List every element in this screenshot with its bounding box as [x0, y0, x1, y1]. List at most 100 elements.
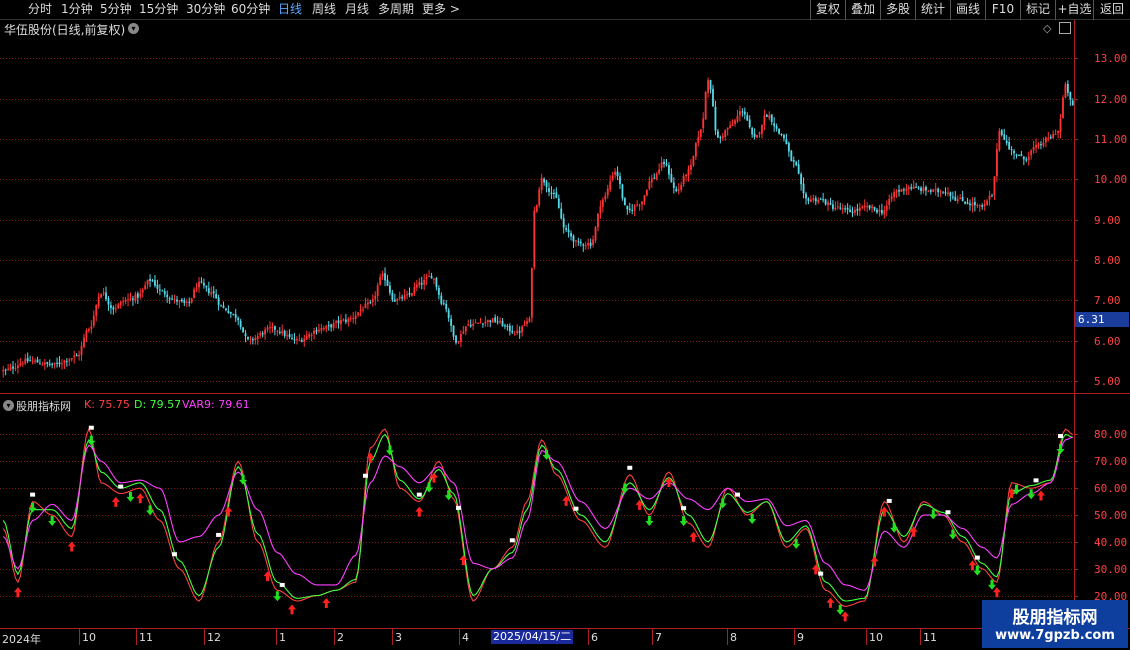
time-tick-label: 9	[797, 631, 804, 644]
candle-body	[242, 327, 245, 333]
candle-body	[337, 320, 340, 324]
candle-body	[310, 334, 313, 336]
candle-body	[922, 187, 925, 192]
price-tick-label: 7.00	[1094, 293, 1121, 307]
toolbar-button-4[interactable]: 画线	[950, 0, 985, 20]
period-tab-0[interactable]: 分时	[28, 0, 52, 20]
candle-body	[699, 129, 702, 138]
candle-body	[117, 304, 120, 309]
candle-body	[1015, 154, 1018, 156]
candle-body	[976, 205, 979, 207]
toolbar-button-6[interactable]: 标记	[1020, 0, 1055, 20]
candle-body	[633, 205, 636, 211]
candle-body	[751, 127, 754, 135]
candle-body	[680, 184, 683, 190]
candle-body	[511, 330, 514, 333]
diamond-icon[interactable]: ◇	[1043, 22, 1051, 35]
sell-arrow-icon	[385, 445, 394, 456]
period-tab-7[interactable]: 周线	[312, 0, 336, 20]
sell-arrow-icon	[273, 591, 282, 602]
period-tab-6[interactable]: 日线	[278, 0, 302, 20]
candle-body	[550, 192, 553, 195]
toolbar-button-5[interactable]: F10	[985, 0, 1020, 20]
candle-body	[34, 360, 36, 362]
period-tab-3[interactable]: 15分钟	[139, 0, 178, 20]
candle-body	[721, 136, 724, 138]
candle-body	[298, 339, 301, 341]
period-tab-2[interactable]: 5分钟	[100, 0, 132, 20]
candle-body	[1042, 142, 1045, 146]
candle-body	[831, 204, 834, 209]
candle-body	[112, 307, 115, 310]
toolbar-button-1[interactable]: 叠加	[845, 0, 880, 20]
indicator-chevron-icon[interactable]: ▾	[3, 400, 14, 411]
sell-arrow-icon	[645, 516, 654, 527]
candle-body	[21, 363, 24, 365]
candle-body	[726, 127, 729, 130]
candle-body	[325, 325, 328, 329]
signal-square-icon	[974, 555, 980, 560]
candle-body	[271, 326, 274, 329]
buy-arrow-icon	[415, 506, 424, 517]
candle-body	[222, 305, 225, 308]
candle-body	[526, 321, 528, 325]
period-tab-8[interactable]: 月线	[345, 0, 369, 20]
time-tick-label: 8	[730, 631, 737, 644]
candle-body	[655, 173, 658, 180]
candle-body	[41, 364, 44, 366]
toolbar-button-0[interactable]: 复权	[810, 0, 845, 20]
candle-body	[362, 309, 364, 311]
candle-body	[330, 324, 333, 328]
sell-arrow-icon	[239, 474, 248, 485]
candle-body	[929, 190, 932, 192]
period-tab-1[interactable]: 1分钟	[61, 0, 93, 20]
candle-body	[888, 198, 891, 205]
candle-body	[332, 323, 335, 329]
signal-square-icon	[455, 505, 461, 510]
candle-body	[1010, 149, 1013, 151]
candle-body	[68, 359, 71, 361]
candle-body	[893, 192, 896, 197]
candle-body	[1013, 150, 1015, 154]
signal-square-icon	[681, 506, 687, 511]
candle-body	[1030, 150, 1033, 156]
candle-body	[854, 209, 856, 213]
toolbar-button-8[interactable]: 返回	[1093, 0, 1130, 20]
candle-body	[658, 169, 661, 174]
period-tab-5[interactable]: 60分钟	[231, 0, 270, 20]
candle-body	[829, 203, 832, 205]
candle-body	[335, 321, 338, 323]
signal-square-icon	[627, 465, 633, 470]
panel-toggle-icon[interactable]	[1059, 22, 1071, 34]
candle-body	[129, 298, 132, 300]
toolbar-button-3[interactable]: 统计	[915, 0, 950, 20]
candle-body	[202, 282, 205, 286]
candle-body	[768, 115, 771, 119]
chevron-down-icon[interactable]: ▾	[128, 23, 139, 34]
candle-body	[161, 290, 164, 292]
candle-body	[912, 186, 915, 189]
candle-body	[738, 111, 741, 116]
time-tick-label: 11	[923, 631, 937, 644]
candle-body	[501, 320, 504, 327]
toolbar-button-2[interactable]: 多股	[880, 0, 915, 20]
candle-body	[565, 227, 568, 230]
period-tab-10[interactable]: 更多 >	[422, 0, 460, 20]
candle-body	[499, 320, 501, 323]
candle-body	[780, 134, 783, 136]
buy-arrow-icon	[689, 531, 698, 542]
candle-body	[783, 135, 785, 139]
signal-square-icon	[30, 492, 36, 497]
sell-arrow-icon	[87, 435, 96, 446]
period-tab-4[interactable]: 30分钟	[186, 0, 225, 20]
candle-body	[2, 370, 5, 372]
toolbar-button-7[interactable]: +自选	[1055, 0, 1093, 20]
candle-body	[579, 241, 582, 244]
candle-body	[180, 299, 183, 302]
candle-body	[322, 327, 325, 330]
candle-body	[636, 204, 639, 206]
period-tab-9[interactable]: 多周期	[378, 0, 414, 20]
candle-body	[650, 178, 653, 183]
candle-body	[761, 124, 763, 134]
candle-body	[100, 294, 103, 298]
